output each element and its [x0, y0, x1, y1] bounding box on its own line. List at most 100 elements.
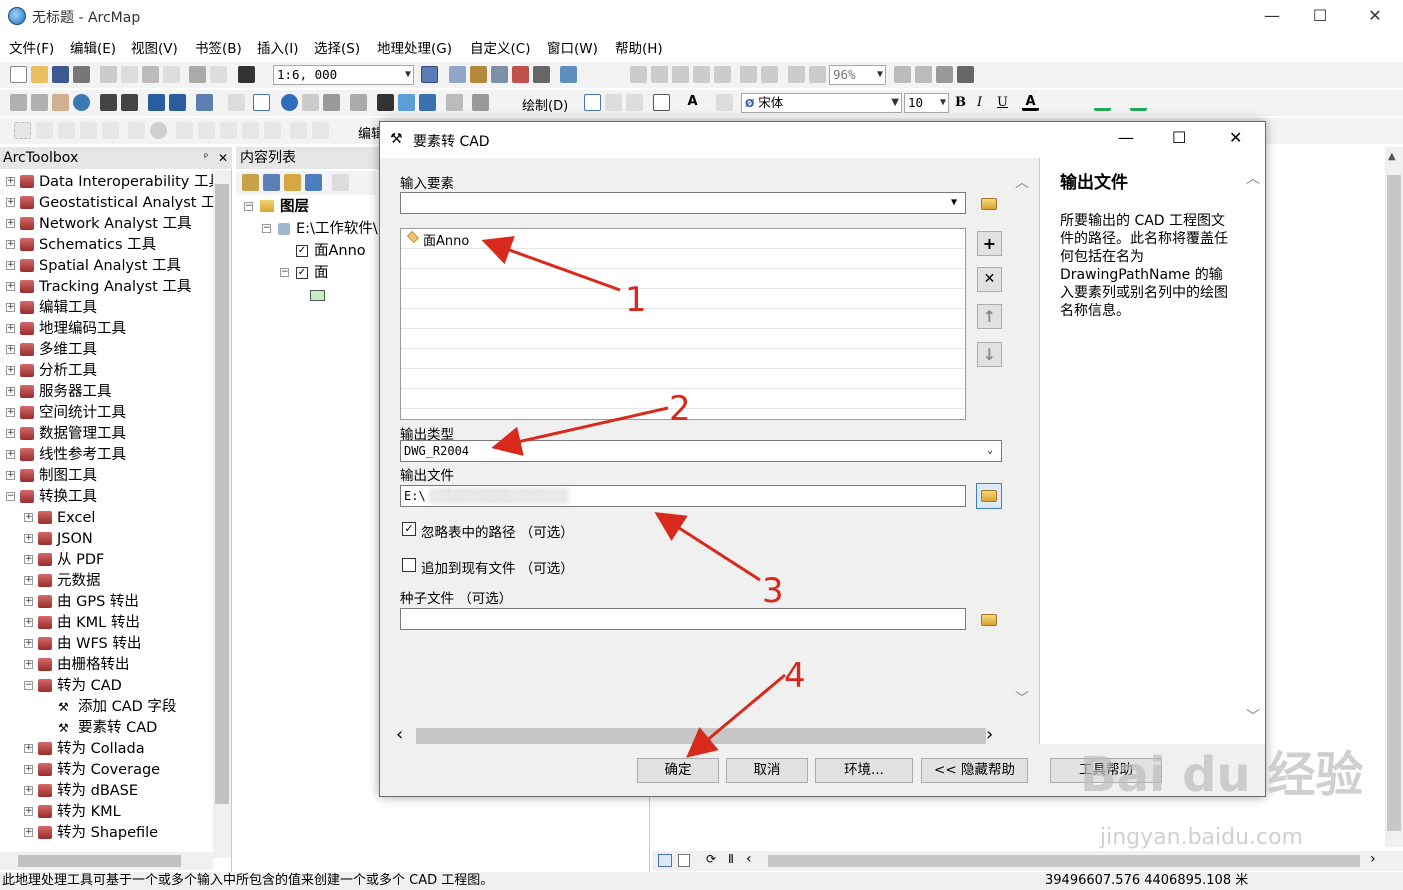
attributes-icon[interactable]	[242, 122, 259, 139]
fixed-zoom-in-icon[interactable]	[740, 66, 757, 83]
menu-select[interactable]: 选择(S)	[314, 38, 360, 60]
zoom-100-icon[interactable]	[714, 66, 731, 83]
expand-icon[interactable]: +	[6, 450, 15, 459]
expand-icon[interactable]: +	[6, 345, 15, 354]
hyperlink-icon[interactable]	[302, 94, 319, 111]
catalog-icon[interactable]	[470, 66, 487, 83]
point-icon[interactable]	[102, 122, 119, 139]
zoom-to-selected-elements-icon[interactable]	[626, 94, 643, 111]
list-by-drawing-order-icon[interactable]	[242, 174, 259, 191]
polygon-symbol[interactable]	[310, 290, 325, 301]
change-layout-icon[interactable]	[936, 66, 953, 83]
select-features-icon[interactable]	[196, 94, 213, 111]
line-color-icon[interactable]	[1094, 94, 1111, 111]
toolbox-horizontal-scrollbar[interactable]	[0, 852, 213, 870]
search-window-icon[interactable]	[491, 66, 508, 83]
move-up-button[interactable]: ↑	[977, 304, 1002, 329]
fixed-zoom-out-map-icon[interactable]	[121, 94, 138, 111]
panel-close-icon[interactable]: ✕	[218, 147, 228, 169]
menu-customize[interactable]: 自定义(C)	[470, 38, 530, 60]
menu-bookmarks[interactable]: 书签(B)	[195, 38, 242, 60]
menu-geoprocessing[interactable]: 地理处理(G)	[377, 38, 452, 60]
menu-window[interactable]: 窗口(W)	[547, 38, 598, 60]
topology-icon[interactable]	[312, 122, 329, 139]
ignore-paths-checkbox[interactable]: ✓	[402, 522, 416, 536]
scrollbar-thumb[interactable]	[215, 184, 229, 804]
append-checkbox[interactable]	[402, 558, 416, 572]
expand-icon[interactable]: +	[24, 765, 33, 774]
copy-icon[interactable]	[121, 66, 138, 83]
chevron-down-icon[interactable]: ﹀	[1246, 706, 1260, 726]
layout-view-icon[interactable]	[678, 854, 690, 867]
map-horizontal-scrollbar[interactable]	[768, 855, 1360, 867]
rotate-edit-icon[interactable]	[220, 122, 237, 139]
scroll-left-icon[interactable]: ‹	[396, 724, 403, 745]
new-document-icon[interactable]	[10, 66, 27, 83]
expand-icon[interactable]: +	[6, 261, 15, 270]
collapse-icon[interactable]: −	[24, 681, 33, 690]
drawing-menu[interactable]: 绘制(D)	[522, 95, 568, 114]
dialog-minimize-button[interactable]: —	[1118, 128, 1134, 147]
underline-button[interactable]: U	[997, 95, 1008, 110]
expand-icon[interactable]: +	[6, 471, 15, 480]
maximize-button[interactable]: ☐	[1297, 4, 1343, 28]
minimize-button[interactable]: —	[1249, 4, 1295, 28]
collapse-icon[interactable]: −	[6, 492, 15, 501]
delete-icon[interactable]	[163, 66, 180, 83]
hide-help-button[interactable]: << 隐藏帮助	[921, 758, 1028, 783]
menu-edit[interactable]: 编辑(E)	[70, 38, 116, 60]
scroll-right-icon[interactable]: ›	[986, 724, 993, 745]
layout-zoom-in-icon[interactable]	[630, 66, 647, 83]
scrollbar-thumb[interactable]	[18, 855, 181, 867]
chevron-down-icon[interactable]: ﹀	[1015, 688, 1029, 708]
toolbox-vertical-scrollbar[interactable]	[213, 170, 231, 858]
expand-icon[interactable]: +	[6, 429, 15, 438]
layout-zoom-out-icon[interactable]	[651, 66, 668, 83]
expand-icon[interactable]: +	[24, 639, 33, 648]
scroll-left-icon[interactable]: ‹	[746, 851, 752, 867]
draw-select-elements-icon[interactable]	[584, 94, 601, 111]
focus-data-frame-icon[interactable]	[915, 66, 932, 83]
paste-icon[interactable]	[142, 66, 159, 83]
menu-view[interactable]: 视图(V)	[131, 38, 178, 60]
font-color-icon[interactable]: A	[1022, 94, 1039, 111]
model-builder-icon[interactable]	[560, 66, 577, 83]
data-driven-pages-icon[interactable]	[957, 66, 974, 83]
expand-icon[interactable]: +	[24, 555, 33, 564]
cancel-button[interactable]: 取消	[726, 758, 808, 783]
layer-visibility-checkbox[interactable]: ✓	[296, 267, 308, 279]
measure-icon[interactable]	[350, 94, 367, 111]
layer-visibility-checkbox[interactable]: ✓	[296, 245, 308, 257]
rotate-icon[interactable]	[605, 94, 622, 111]
zoom-in-icon[interactable]	[10, 94, 27, 111]
expand-icon[interactable]: +	[24, 534, 33, 543]
zoom-out-icon[interactable]	[31, 94, 48, 111]
collapse-icon[interactable]: −	[280, 268, 289, 277]
expand-icon[interactable]: +	[24, 660, 33, 669]
expand-icon[interactable]: +	[6, 198, 15, 207]
select-elements-icon[interactable]	[253, 94, 270, 111]
browse-input-folder-icon[interactable]	[981, 198, 997, 210]
redo-icon[interactable]	[210, 66, 227, 83]
layout-pan-icon[interactable]	[672, 66, 689, 83]
environments-button[interactable]: 环境...	[815, 758, 913, 783]
expand-icon[interactable]: +	[24, 786, 33, 795]
browse-seed-folder-icon[interactable]	[981, 614, 997, 626]
forward-extent-icon[interactable]	[169, 94, 186, 111]
expand-icon[interactable]: +	[6, 387, 15, 396]
map-vertical-scrollbar[interactable]: ▲	[1385, 147, 1403, 847]
expand-icon[interactable]: +	[6, 240, 15, 249]
identify-icon[interactable]	[281, 94, 298, 111]
time-slider-icon[interactable]	[446, 94, 463, 111]
pan-icon[interactable]	[52, 94, 69, 111]
close-button[interactable]: ✕	[1352, 4, 1398, 28]
menu-insert[interactable]: 插入(I)	[257, 38, 299, 60]
fixed-zoom-out-icon[interactable]	[761, 66, 778, 83]
cut-polygons-icon[interactable]	[176, 122, 193, 139]
html-popup-icon[interactable]	[323, 94, 340, 111]
chevron-up-icon[interactable]: ▲	[1388, 151, 1396, 162]
cut-icon[interactable]	[100, 66, 117, 83]
edit-tool-icon[interactable]	[14, 122, 31, 139]
data-view-icon[interactable]	[658, 854, 672, 867]
input-features-combo[interactable]: ▼	[400, 192, 966, 214]
